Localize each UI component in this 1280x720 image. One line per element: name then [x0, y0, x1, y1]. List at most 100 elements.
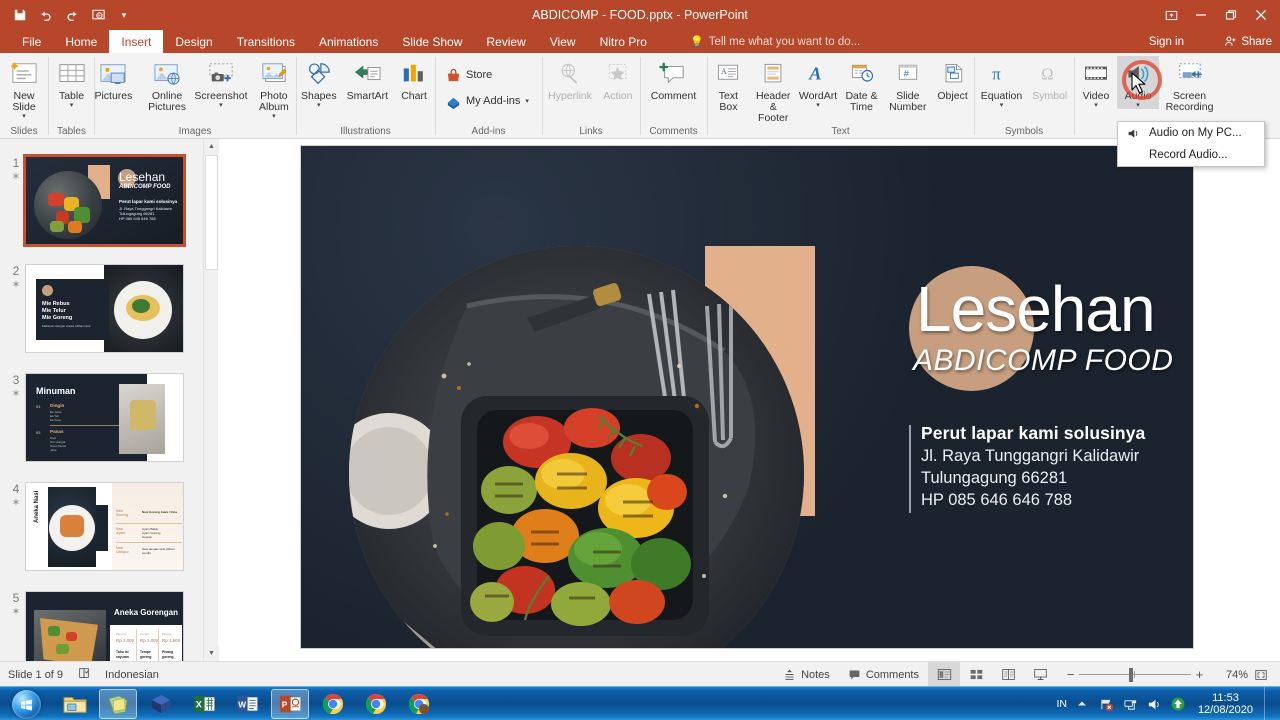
taskbar-virtualbox-icon[interactable] — [142, 689, 180, 719]
new-slide-button[interactable]: New Slide ▾ — [0, 56, 48, 120]
show-hidden-icons-icon[interactable] — [1074, 696, 1091, 713]
thumbnail-preview-5[interactable]: Aneka Gorengan Tahu Isi Rp 1.000 Tahu is… — [25, 591, 184, 661]
taskbar-excel-icon[interactable]: X — [185, 689, 223, 719]
network-icon[interactable] — [1122, 696, 1139, 713]
slide-thumbnail-panel[interactable]: 1 ✶ Lesehan ABDICOMP FOOD Perut lapar ka… — [0, 139, 203, 661]
taskbar-word-icon[interactable]: W — [228, 689, 266, 719]
tell-me-box[interactable]: 💡 Tell me what you want to do... — [690, 30, 860, 53]
windows-update-icon[interactable] — [1170, 696, 1187, 713]
language-indicator[interactable]: Indonesian — [105, 669, 159, 681]
object-button[interactable]: Object — [932, 56, 974, 102]
wordart-button[interactable]: A WordArt ▾ — [797, 56, 839, 109]
tab-insert[interactable]: Insert — [109, 30, 164, 53]
taskbar-sticky-notes-icon[interactable] — [99, 689, 137, 719]
menu-item-record-audio[interactable]: Record Audio... — [1118, 144, 1264, 166]
close-button[interactable] — [1246, 2, 1276, 28]
table-button[interactable]: Table ▾ — [51, 56, 93, 109]
volume-icon[interactable] — [1146, 696, 1163, 713]
thumbnail-preview-4[interactable]: Aneka Nasi Nasi Goreng Nasi Goreng Jawa /… — [25, 482, 184, 571]
chevron-down-icon[interactable]: ▾ — [272, 113, 276, 120]
zoom-knob[interactable] — [1129, 667, 1133, 682]
shapes-button[interactable]: Shapes ▾ — [296, 56, 342, 109]
food-photo[interactable] — [349, 246, 804, 648]
chevron-down-icon[interactable]: ▾ — [1136, 102, 1140, 109]
thumbnail-preview-2[interactable]: Mie Rebus Mie Telur Mie Goreng Makanan den… — [25, 264, 184, 353]
slide-show-button[interactable] — [1024, 662, 1056, 687]
date-time-button[interactable]: Date & Time — [839, 56, 884, 113]
zoom-slider[interactable]: − + — [1056, 662, 1214, 687]
zoom-out-button[interactable]: − — [1062, 667, 1079, 682]
slide-body-text[interactable]: Perut lapar kami solusinya Jl. Raya Tung… — [909, 421, 1193, 513]
tab-file[interactable]: File — [10, 30, 53, 53]
tab-view[interactable]: View — [538, 30, 588, 53]
taskbar-explorer-icon[interactable] — [56, 689, 94, 719]
hyperlink-button[interactable]: Hyperlink — [543, 56, 597, 102]
video-button[interactable]: Video ▾ — [1075, 56, 1117, 109]
tab-home[interactable]: Home — [53, 30, 109, 53]
scrollbar-thumb[interactable] — [205, 155, 218, 270]
normal-view-button[interactable] — [928, 662, 960, 687]
smartart-button[interactable]: SmartArt — [342, 56, 393, 102]
header-footer-button[interactable]: Header & Footer — [749, 56, 797, 124]
taskbar-chrome-icon-2[interactable] — [357, 689, 395, 719]
action-button[interactable]: Action — [597, 56, 639, 102]
slide-subtitle[interactable]: ABDICOMP FOOD — [913, 344, 1193, 378]
photo-album-button[interactable]: Photo Album ▾ — [246, 56, 301, 120]
sign-in-button[interactable]: Sign in — [1149, 30, 1184, 53]
thumbnail-panel-scrollbar[interactable]: ▲ ▼ — [203, 139, 219, 661]
thumbnail-item-3[interactable]: 3 ✶ Minuman 01 Dingin Es Jeruk Es Teh Es S… — [0, 373, 203, 473]
tab-design[interactable]: Design — [163, 30, 224, 53]
store-button[interactable]: Store — [442, 65, 496, 87]
show-desktop-button[interactable] — [1264, 687, 1272, 720]
tab-animations[interactable]: Animations — [307, 30, 390, 53]
scroll-down-arrow-icon[interactable]: ▼ — [204, 646, 219, 661]
chevron-down-icon[interactable]: ▾ — [816, 102, 820, 109]
symbol-button[interactable]: Ω Symbol — [1027, 56, 1072, 102]
thumbnail-item-1[interactable]: 1 ✶ Lesehan ABDICOMP FOOD Perut lapar ka… — [0, 154, 203, 256]
screenshot-button[interactable]: Screenshot ▾ — [194, 56, 248, 109]
tab-transitions[interactable]: Transitions — [225, 30, 307, 53]
tab-nitro-pro[interactable]: Nitro Pro — [588, 30, 659, 53]
chevron-down-icon[interactable]: ▾ — [22, 113, 26, 120]
audio-button[interactable]: Audio ▾ — [1117, 56, 1159, 109]
thumbnail-item-4[interactable]: 4 ✶ Aneka Nasi Nasi Goreng Nasi Goreng Ja… — [0, 482, 203, 582]
action-center-icon[interactable] — [1098, 696, 1115, 713]
chevron-down-icon[interactable]: ▾ — [70, 102, 74, 109]
comment-button[interactable]: Comment — [646, 56, 702, 102]
current-slide[interactable]: Lesehan ABDICOMP FOOD Perut lapar kami s… — [301, 146, 1193, 648]
chart-button[interactable]: Chart — [393, 56, 435, 102]
pictures-button[interactable]: Pictures — [88, 56, 138, 102]
taskbar-chrome-icon-1[interactable] — [314, 689, 352, 719]
restore-button[interactable] — [1216, 2, 1246, 28]
zoom-track[interactable] — [1079, 662, 1191, 687]
tab-review[interactable]: Review — [474, 30, 537, 53]
spell-check-icon[interactable] — [77, 666, 91, 683]
start-button[interactable] — [2, 687, 50, 720]
comments-button[interactable]: Comments — [839, 662, 928, 687]
thumbnail-preview-3[interactable]: Minuman 01 Dingin Es Jeruk Es Teh Es Susu … — [25, 373, 184, 462]
ribbon-display-options-icon[interactable] — [1156, 2, 1186, 28]
my-addins-button[interactable]: My Add-ins ▾ — [442, 91, 533, 113]
slide-counter[interactable]: Slide 1 of 9 — [8, 669, 63, 681]
chevron-down-icon[interactable]: ▾ — [525, 98, 529, 105]
tab-slide-show[interactable]: Slide Show — [390, 30, 474, 53]
share-button[interactable]: Share — [1224, 30, 1272, 53]
thumbnail-preview-1[interactable]: Lesehan ABDICOMP FOOD Perut lapar kami s… — [23, 154, 186, 247]
thumbnail-item-2[interactable]: 2 ✶ Mie Rebus Mie Telur Mie Goreng Makanan… — [0, 264, 203, 364]
online-pictures-button[interactable]: Online Pictures — [138, 56, 195, 113]
chevron-down-icon[interactable]: ▾ — [1000, 102, 1004, 109]
equation-button[interactable]: π Equation ▾ — [976, 56, 1027, 109]
slide-sorter-view-button[interactable] — [960, 662, 992, 687]
thumbnail-item-5[interactable]: 5 ✶ Aneka Gorengan Tahu Isi Rp 1.000 Tah… — [0, 591, 203, 661]
slide-editing-stage[interactable]: Lesehan ABDICOMP FOOD Perut lapar kami s… — [219, 139, 1280, 661]
zoom-percentage[interactable]: 74% — [1214, 669, 1248, 681]
notes-button[interactable]: Notes — [774, 662, 839, 687]
menu-item-audio-on-my-pc[interactable]: Audio on My PC... — [1118, 122, 1264, 144]
reading-view-button[interactable] — [992, 662, 1024, 687]
chevron-down-icon[interactable]: ▾ — [317, 102, 321, 109]
slide-number-button[interactable]: # Slide Number — [884, 56, 932, 113]
screen-recording-button[interactable]: Screen Recording — [1159, 56, 1220, 113]
fit-slide-to-window-button[interactable] — [1248, 662, 1274, 687]
chevron-down-icon[interactable]: ▾ — [1094, 102, 1098, 109]
zoom-in-button[interactable]: + — [1191, 667, 1208, 682]
